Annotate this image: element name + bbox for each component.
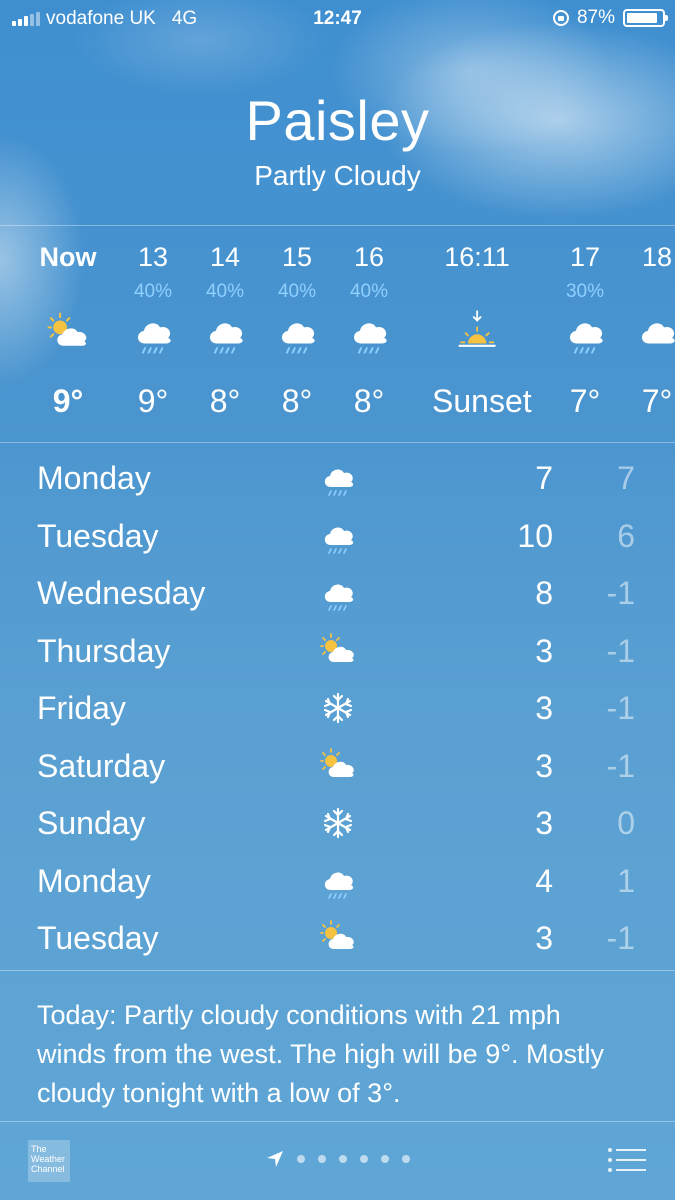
- snow-icon: [310, 801, 366, 845]
- daily-row: Wednesday 8 -1: [0, 565, 675, 623]
- daily-high: 3: [535, 690, 553, 726]
- daily-low: 0: [617, 805, 635, 841]
- daily-row: Tuesday 3 -1: [0, 910, 675, 968]
- daily-high: 8: [535, 575, 553, 611]
- daily-day: Sunday: [37, 805, 146, 841]
- page-dot: [338, 1155, 347, 1163]
- daily-day: Monday: [37, 862, 151, 899]
- battery-icon: [623, 9, 668, 27]
- page-dot: [296, 1155, 305, 1163]
- daily-high: 3: [535, 805, 553, 841]
- rain-icon: [324, 308, 414, 358]
- divider-hourly: [0, 442, 675, 443]
- daily-low: -1: [606, 632, 635, 669]
- cloud-icon: [612, 308, 675, 358]
- hourly-time: Now: [39, 242, 97, 272]
- daily-low: -1: [606, 747, 635, 784]
- bottom-toolbar: The Weather Channel: [0, 1122, 675, 1200]
- daily-high: 3: [535, 632, 553, 669]
- status-right: 87%: [552, 7, 668, 29]
- daily-high: 7: [535, 460, 553, 496]
- daily-row: Sunday 3 0: [0, 795, 675, 853]
- daily-day: Monday: [37, 460, 151, 496]
- daily-low: -1: [606, 690, 635, 726]
- hourly-precip-chance: 40%: [349, 281, 389, 302]
- hourly-temp: 7°: [641, 383, 673, 419]
- daily-low: 7: [617, 460, 635, 496]
- location-arrow-icon: [266, 1151, 283, 1167]
- daily-row: Tuesday 10 6: [0, 508, 675, 566]
- hourly-time: 16:11: [444, 242, 510, 272]
- page-indicator[interactable]: [0, 1150, 675, 1168]
- daily-low: -1: [606, 920, 635, 956]
- daily-high: 10: [517, 517, 553, 554]
- daily-row: Monday 7 7: [0, 450, 675, 508]
- partly-cloudy-icon: [310, 744, 366, 788]
- daily-day: Thursday: [37, 632, 171, 669]
- daily-row: Thursday 3 -1: [0, 623, 675, 681]
- hourly-temp: 8°: [353, 383, 385, 419]
- daily-row: Friday 3 -1: [0, 680, 675, 738]
- daily-low: 6: [617, 517, 635, 554]
- hourly-forecast[interactable]: Now 9° 13 40% 9° 14 40% 8° 15 40% 8° 16 40% 8° 16:11 Su…: [0, 226, 675, 442]
- battery-percent: 87%: [576, 7, 615, 28]
- daily-low: 1: [617, 862, 635, 899]
- sunset-icon: [432, 308, 522, 358]
- page-dot: [317, 1155, 326, 1163]
- rain-icon: [310, 514, 366, 558]
- daily-day: Friday: [37, 690, 126, 726]
- page-dot: [359, 1155, 368, 1163]
- daily-day: Tuesday: [37, 920, 159, 956]
- rain-icon: [310, 859, 366, 903]
- hourly-temp: 9°: [52, 383, 84, 419]
- rain-icon: [310, 571, 366, 615]
- hourly-temp: Sunset: [432, 383, 532, 419]
- daily-day: Saturday: [37, 747, 166, 784]
- snow-icon: [310, 686, 366, 730]
- daily-forecast[interactable]: Monday 7 7 Tuesday 10 6 Wednesday 8 -1 Thursday 3-…: [0, 450, 675, 968]
- partly-cloudy-icon: [23, 308, 113, 358]
- partly-cloudy-icon: [310, 916, 366, 960]
- today-summary: Today: Partly cloudy conditions with 21 …: [37, 1000, 605, 1108]
- divider-daily: [0, 970, 675, 971]
- daily-high: 3: [535, 747, 553, 784]
- hourly-time: 18: [641, 242, 673, 272]
- page-dot: [380, 1155, 389, 1163]
- page-dot: [401, 1155, 410, 1163]
- hourly-time: 16: [353, 242, 385, 272]
- current-condition: Partly Cloudy: [254, 160, 421, 191]
- partly-cloudy-icon: [310, 629, 366, 673]
- list-icon[interactable]: [607, 1146, 647, 1176]
- daily-day: Wednesday: [37, 575, 206, 611]
- status-bar: vodafone UK 4G 12:47 87%: [0, 0, 675, 38]
- daily-row: Saturday 3 -1: [0, 738, 675, 796]
- daily-high: 4: [535, 862, 553, 899]
- daily-low: -1: [606, 575, 635, 611]
- rotation-lock-icon: [552, 10, 569, 26]
- rain-icon: [310, 456, 366, 500]
- daily-row: Monday 4 1: [0, 853, 675, 911]
- daily-high: 3: [535, 920, 553, 956]
- hourly-precip-chance: 30%: [565, 281, 605, 302]
- city-name: Paisley: [245, 89, 430, 152]
- daily-day: Tuesday: [37, 517, 159, 554]
